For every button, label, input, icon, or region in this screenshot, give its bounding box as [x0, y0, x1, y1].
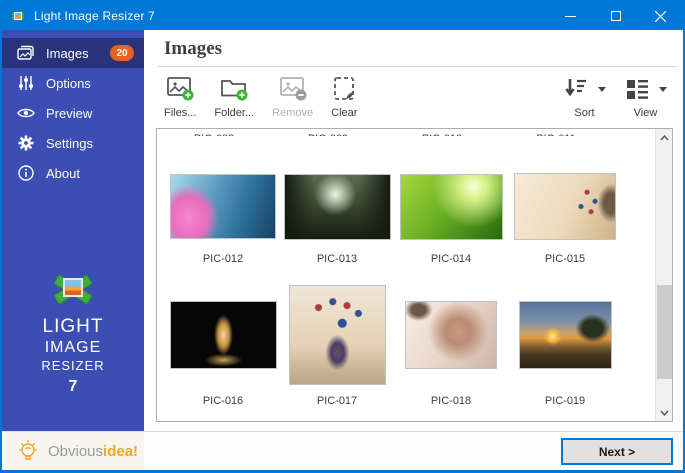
brand-prefix: Obvious: [48, 443, 103, 460]
scroll-down-button[interactable]: [656, 404, 673, 421]
remove-label: Remove: [272, 107, 313, 119]
add-folder-icon: [219, 74, 249, 104]
sidebar-item-options[interactable]: Options: [2, 68, 144, 98]
sidebar: Images 20 Options Preview Settings: [2, 30, 144, 470]
add-files-label: Files...: [164, 107, 196, 119]
sidebar-item-preview[interactable]: Preview: [2, 98, 144, 128]
image-label: PIC-012: [203, 253, 243, 265]
grid-row: PIC-012 PIC-013 PIC-014 PIC-015: [157, 169, 654, 265]
chevron-down-icon[interactable]: [659, 87, 667, 92]
heading-divider: [158, 66, 677, 67]
add-folder-button[interactable]: Folder...: [214, 74, 254, 119]
clear-icon: [331, 74, 357, 104]
thumbnail[interactable]: [405, 301, 497, 369]
resizer-logo-icon: [50, 268, 96, 308]
main-panel: Images Files... Folder... Remove: [144, 30, 683, 470]
image-label: PIC-015: [545, 253, 585, 265]
sidebar-item-images[interactable]: Images 20: [2, 38, 144, 68]
sidebar-item-about[interactable]: About: [2, 158, 144, 188]
image-item[interactable]: PIC-017: [280, 283, 394, 407]
logo-line3: RESIZER: [2, 357, 144, 374]
sort-icon: [563, 76, 589, 102]
sidebar-item-settings[interactable]: Settings: [2, 128, 144, 158]
scrollbar[interactable]: [655, 129, 672, 421]
view-label: View: [634, 107, 658, 119]
minimize-button[interactable]: [548, 2, 593, 30]
image-item[interactable]: PIC-015: [508, 169, 622, 265]
sidebar-item-label: Images: [46, 46, 110, 61]
app-logo: LIGHT IMAGE RESIZER 7: [2, 268, 144, 396]
info-icon: [16, 164, 36, 182]
image-label: PIC-011: [536, 133, 576, 136]
gear-icon: [16, 134, 36, 152]
image-item[interactable]: PIC-016: [166, 283, 280, 407]
image-label: PIC-013: [317, 253, 357, 265]
add-folder-label: Folder...: [214, 107, 254, 119]
grid-row: PIC-016 PIC-017 PIC-018 PIC-019: [157, 283, 654, 407]
eye-icon: [16, 104, 36, 122]
app-window: Light Image Resizer 7 Images 20: [0, 0, 685, 473]
image-label: PIC-017: [317, 395, 357, 407]
scroll-up-button[interactable]: [656, 129, 673, 146]
remove-button[interactable]: Remove: [272, 74, 313, 119]
page-title: Images: [164, 38, 683, 60]
next-button[interactable]: Next >: [561, 438, 673, 465]
image-item[interactable]: PIC-013: [280, 169, 394, 265]
lightbulb-icon: [16, 438, 40, 464]
add-image-icon: [165, 74, 195, 104]
brand-suffix: idea!: [103, 443, 138, 460]
image-item[interactable]: PIC-019: [508, 283, 622, 407]
image-label: PIC-019: [545, 395, 585, 407]
brand-text: Obviousidea!: [48, 443, 138, 460]
sidebar-item-label: Preview: [46, 106, 134, 121]
sort-label: Sort: [574, 107, 594, 119]
add-files-button[interactable]: Files...: [164, 74, 196, 119]
thumbnail[interactable]: [170, 174, 276, 239]
thumbnail[interactable]: [284, 174, 391, 240]
thumbnail[interactable]: [289, 285, 386, 385]
thumbnail[interactable]: [400, 174, 503, 240]
image-label: PIC-014: [431, 253, 471, 265]
image-list[interactable]: PIC-008 PIC-009 PIC-010 PIC-011 PIC-012 …: [156, 128, 673, 422]
image-label: PIC-009: [308, 133, 348, 136]
title-bar[interactable]: Light Image Resizer 7: [2, 2, 683, 30]
image-item[interactable]: PIC-018: [394, 283, 508, 407]
obviousidea-brand[interactable]: Obviousidea!: [2, 431, 144, 470]
image-label: PIC-016: [203, 395, 243, 407]
thumbnail[interactable]: [519, 301, 612, 369]
bottom-bar: Next >: [144, 431, 683, 470]
clear-button[interactable]: Clear: [331, 74, 357, 119]
remove-image-icon: [278, 74, 308, 104]
sort-button[interactable]: Sort: [563, 74, 606, 119]
sliders-icon: [16, 74, 36, 92]
image-label: PIC-008: [194, 133, 234, 136]
image-label: PIC-018: [431, 395, 471, 407]
sidebar-item-label: About: [46, 166, 134, 181]
clear-label: Clear: [331, 107, 357, 119]
view-button[interactable]: View: [624, 74, 667, 119]
image-item[interactable]: PIC-014: [394, 169, 508, 265]
sidebar-item-label: Options: [46, 76, 134, 91]
logo-line2: IMAGE: [2, 338, 144, 357]
image-grid: PIC-008 PIC-009 PIC-010 PIC-011 PIC-012 …: [157, 129, 654, 421]
app-icon: [10, 9, 26, 23]
logo-version: 7: [2, 378, 144, 396]
window-title: Light Image Resizer 7: [34, 9, 155, 23]
thumbnail[interactable]: [170, 301, 277, 369]
toolbar: Files... Folder... Remove Clear: [164, 74, 669, 126]
close-button[interactable]: [638, 2, 683, 30]
sidebar-nav: Images 20 Options Preview Settings: [2, 30, 144, 188]
thumbnail[interactable]: [514, 173, 616, 240]
chevron-down-icon[interactable]: [598, 87, 606, 92]
maximize-button[interactable]: [593, 2, 638, 30]
photos-icon: [16, 44, 36, 62]
logo-line1: LIGHT: [2, 316, 144, 338]
view-icon: [624, 76, 650, 102]
scrollbar-thumb[interactable]: [657, 285, 672, 379]
image-label: PIC-010: [422, 133, 462, 136]
images-count-badge: 20: [110, 45, 134, 61]
sidebar-item-label: Settings: [46, 136, 134, 151]
image-item[interactable]: PIC-012: [166, 169, 280, 265]
grid-row-partial: PIC-008 PIC-009 PIC-010 PIC-011: [157, 129, 654, 136]
